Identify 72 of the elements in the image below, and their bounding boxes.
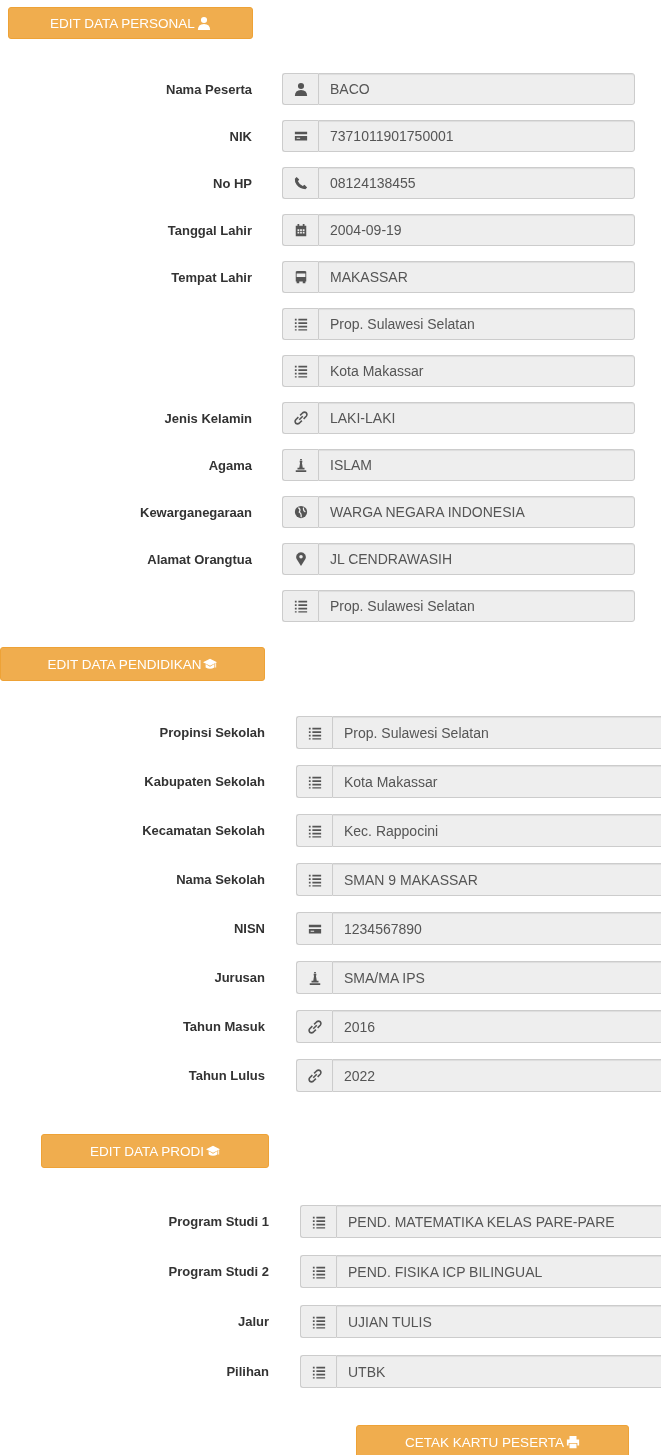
list-icon (293, 364, 308, 378)
field-label: NIK (229, 128, 252, 144)
input-field[interactable]: PEND. FISIKA ICP BILINGUAL (336, 1255, 661, 1288)
field-label: Tahun Lulus (188, 1068, 265, 1083)
list-icon (293, 317, 308, 331)
graduation-cap-icon (206, 1144, 220, 1158)
input-field[interactable]: 2004-09-19 (318, 214, 635, 246)
field-label: Propinsi Sekolah (159, 725, 265, 740)
link-icon (307, 1019, 322, 1034)
input-field[interactable]: UJIAN TULIS (336, 1305, 661, 1338)
field-label: Jurusan (214, 970, 265, 985)
field-label: Tahun Masuk (182, 1019, 265, 1034)
pawn-icon (293, 458, 308, 472)
field-label: Kecamatan Sekolah (142, 823, 265, 838)
input-field[interactable]: Prop. Sulawesi Selatan (318, 590, 635, 622)
field-label: Kabupaten Sekolah (144, 774, 265, 789)
list-icon (307, 872, 322, 887)
field-label: Program Studi 1 (168, 1214, 269, 1229)
field-label: Nama Peserta (166, 81, 252, 97)
field-label: Pilihan (226, 1364, 269, 1379)
input-field[interactable]: LAKI-LAKI (318, 402, 635, 434)
input-field[interactable]: JL CENDRAWASIH (318, 543, 635, 575)
list-icon (311, 1364, 326, 1379)
field-label: No HP (213, 175, 252, 191)
input-field[interactable]: Prop. Sulawesi Selatan (332, 716, 661, 749)
input-field[interactable]: 2022 (332, 1059, 661, 1092)
field-label: Tempat Lahir (171, 269, 252, 285)
list-icon (311, 1314, 326, 1329)
input-field[interactable]: WARGA NEGARA INDONESIA (318, 496, 635, 528)
field-label: Alamat Orangtua (147, 551, 252, 567)
input-field[interactable]: UTBK (336, 1355, 661, 1388)
list-icon (311, 1264, 326, 1279)
input-field[interactable]: 2016 (332, 1010, 661, 1043)
list-icon (293, 599, 308, 613)
field-label: Jenis Kelamin (164, 410, 252, 426)
link-icon (293, 411, 308, 425)
input-field[interactable]: SMA/MA IPS (332, 961, 661, 994)
field-label: Agama (208, 457, 252, 473)
field-label: Jalur (237, 1314, 269, 1329)
list-icon (307, 725, 322, 740)
list-icon (311, 1214, 326, 1229)
link-icon (307, 1068, 322, 1083)
input-field[interactable]: BACO (318, 73, 635, 105)
print-icon (565, 1435, 580, 1449)
input-field[interactable]: 7371011901750001 (318, 120, 635, 152)
input-field[interactable]: SMAN 9 MAKASSAR (332, 863, 661, 896)
input-field[interactable]: Kota Makassar (318, 355, 635, 387)
input-field[interactable]: PEND. MATEMATIKA KELAS PARE-PARE (336, 1205, 661, 1238)
bus-icon (293, 270, 308, 284)
input-field[interactable]: Kota Makassar (332, 765, 661, 798)
list-icon (307, 823, 322, 838)
field-label: Kewarganegaraan (140, 504, 252, 520)
graduation-cap-icon (203, 657, 218, 671)
card-icon (293, 129, 308, 143)
map-marker-icon (293, 552, 308, 566)
field-label: Nama Sekolah (176, 872, 265, 887)
input-field[interactable]: ISLAM (318, 449, 635, 481)
pawn-icon (307, 970, 322, 985)
input-field[interactable]: Prop. Sulawesi Selatan (318, 308, 635, 340)
input-field[interactable]: MAKASSAR (318, 261, 635, 293)
list-icon (307, 774, 322, 789)
input-field[interactable]: 1234567890 (332, 912, 661, 945)
user-icon (196, 16, 211, 30)
user-icon (293, 82, 308, 96)
field-label: Program Studi 2 (168, 1264, 269, 1279)
input-field[interactable]: 08124138455 (318, 167, 635, 199)
input-field[interactable]: Kec. Rappocini (332, 814, 661, 847)
field-label: NISN (233, 921, 265, 936)
globe-icon (293, 505, 308, 519)
calendar-icon (293, 223, 308, 237)
field-label: Tanggal Lahir (167, 222, 252, 238)
phone-icon (293, 176, 308, 190)
